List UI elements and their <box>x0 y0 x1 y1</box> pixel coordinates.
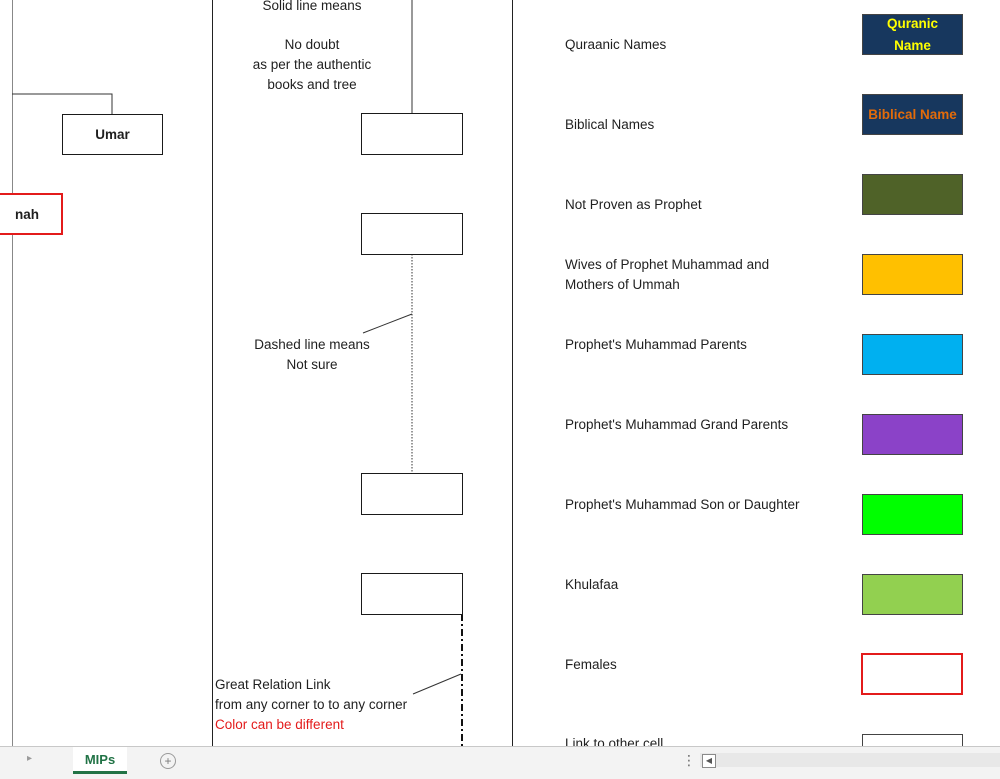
legend-swatch-biblical-text: Biblical Name <box>868 106 957 122</box>
legend-label-females: Females <box>565 657 617 672</box>
legend-label-son-daughter: Prophet's Muhammad Son or Daughter <box>565 497 800 512</box>
legend-label-link: Link to other cell <box>565 736 664 746</box>
tree-connector-line <box>12 93 113 114</box>
plus-circle-icon[interactable]: + <box>160 753 176 769</box>
sample-box-1[interactable] <box>361 113 463 155</box>
sheet-tab-bar: ▸ MIPs + ⋮ ◀ <box>0 746 1000 779</box>
sample-box-2[interactable] <box>361 213 463 255</box>
caret-right-icon[interactable]: ▸ <box>27 753 32 764</box>
legend-label-biblical: Biblical Names <box>565 117 655 132</box>
sample-box-3[interactable] <box>361 473 463 515</box>
solid-line-desc-2: as per the authentic <box>252 57 372 72</box>
female-node-cut[interactable]: nah <box>0 193 63 235</box>
legend-swatch-grand-parents[interactable] <box>862 414 963 455</box>
umar-node-label: Umar <box>95 127 130 142</box>
legend-label-grand-parents: Prophet's Muhammad Grand Parents <box>565 417 789 432</box>
legend-label-quranic: Quraanic Names <box>565 37 667 52</box>
solid-line-desc-1: No doubt <box>284 37 340 52</box>
legend-swatch-wives[interactable] <box>862 254 963 295</box>
legend-label-khulafaa: Khulafaa <box>565 577 619 592</box>
connector-lines <box>12 0 463 746</box>
legend-label-wives-1: Wives of Prophet Muhammad and <box>565 257 770 272</box>
sheet-tab-mips[interactable]: MIPs <box>73 747 127 774</box>
relation-link-note: Color can be different <box>215 717 344 732</box>
legend-swatch-parents[interactable] <box>862 334 963 375</box>
scroll-left-icon[interactable]: ◀ <box>702 754 716 768</box>
legend-swatch-biblical[interactable]: Biblical Name <box>862 94 963 135</box>
legend-label-not-proven: Not Proven as Prophet <box>565 197 702 212</box>
relation-link-desc-2: from any corner to to any corner <box>215 697 408 712</box>
more-dots-icon[interactable]: ⋮ <box>682 752 696 769</box>
dashed-callout-line <box>362 313 413 334</box>
horizontal-scrollbar[interactable] <box>700 753 1000 767</box>
sample-box-4[interactable] <box>361 573 463 615</box>
solid-line-desc-3: books and tree <box>267 77 357 92</box>
legend-label-wives-2: Mothers of Ummah <box>565 277 680 292</box>
solid-line-title: Solid line means <box>262 0 362 13</box>
female-node-cut-label: nah <box>14 206 39 222</box>
legend-swatch-link[interactable] <box>862 734 963 746</box>
legend-swatch-son-daughter[interactable] <box>862 494 963 535</box>
relation-callout-line <box>412 673 462 695</box>
legend-swatch-quranic[interactable]: Quranic Name <box>862 14 963 55</box>
worksheet[interactable]: Umar nah Solid line means No doubt as pe… <box>0 0 1000 746</box>
legend-swatch-quranic-text: Quranic Name <box>886 15 938 53</box>
sheet-tab-mips-label: MIPs <box>84 751 116 767</box>
dashed-line-desc-2: Not sure <box>286 357 338 372</box>
legend-swatch-khulafaa[interactable] <box>862 574 963 615</box>
legend-swatch-not-proven[interactable] <box>862 174 963 215</box>
dashed-line-desc-1: Dashed line means <box>254 337 370 352</box>
umar-node[interactable]: Umar <box>62 114 163 155</box>
relation-link-desc-1: Great Relation Link <box>215 677 331 692</box>
legend-swatch-females[interactable] <box>861 653 963 695</box>
legend-label-parents: Prophet's Muhammad Parents <box>565 337 747 352</box>
